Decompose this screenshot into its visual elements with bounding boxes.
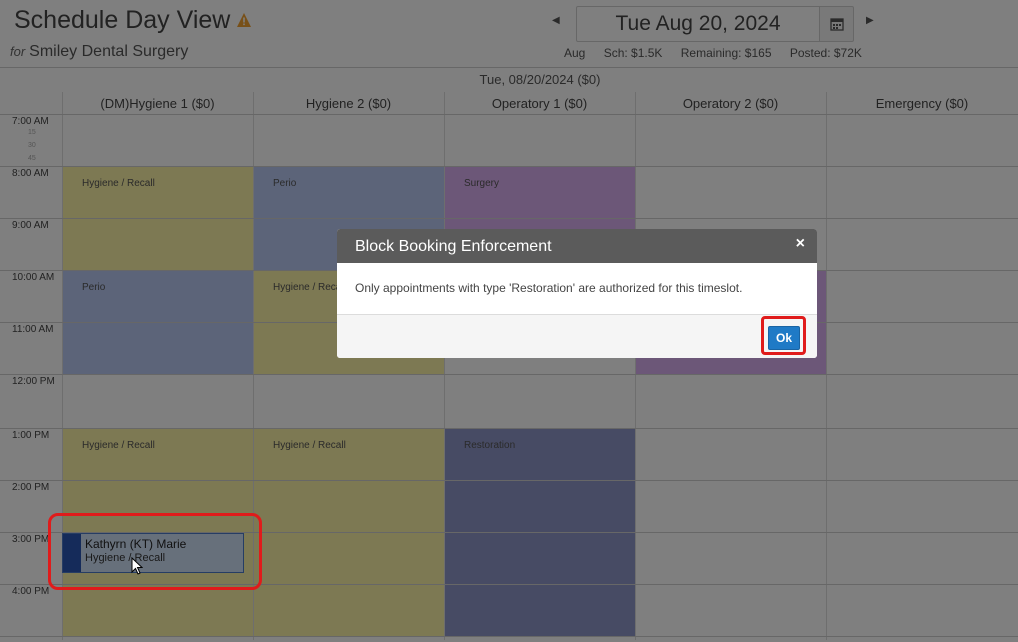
mouse-cursor-icon [131, 557, 143, 575]
appointment-highlight [48, 513, 262, 590]
dialog-title: Block Booking Enforcement [355, 238, 552, 255]
ok-button-highlight [761, 316, 806, 355]
dialog-message: Only appointments with type 'Restoration… [355, 281, 743, 295]
block-booking-dialog: Block Booking Enforcement × Only appoint… [337, 229, 817, 358]
dialog-header: Block Booking Enforcement × [337, 229, 817, 263]
dialog-footer: Ok [337, 314, 817, 358]
close-icon[interactable]: × [796, 235, 805, 253]
